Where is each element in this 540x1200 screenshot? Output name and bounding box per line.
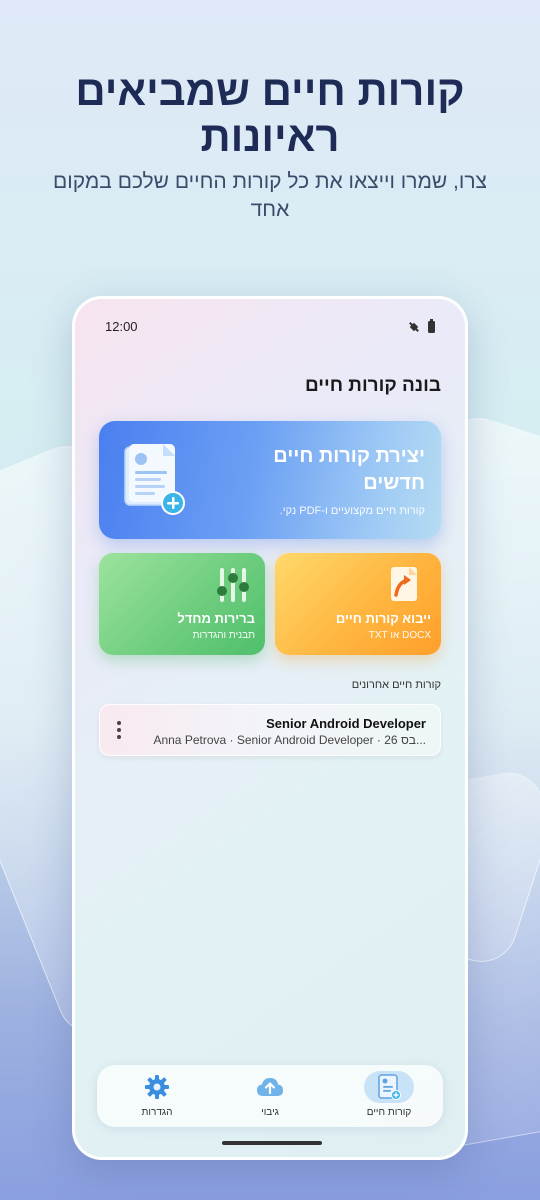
gear-icon [145, 1075, 169, 1099]
cloud-upload-icon [257, 1078, 283, 1096]
create-resume-description: קורות חיים מקצועיים ו-PDF נקי. [279, 505, 425, 517]
bottom-navigation: קורות חיים גיבוי הגדרות [97, 1065, 443, 1127]
promo-subline: צרו, שמרו וייצאו את כל קורות החיים שלכם … [53, 170, 487, 221]
more-vertical-icon[interactable] [116, 721, 122, 739]
app-title: בונה קורות חיים [304, 375, 441, 396]
promo-headline: קורות חיים שמביאים ראיונות [75, 67, 465, 160]
status-bar: 12:00 [105, 319, 435, 337]
nav-label-settings: הגדרות [141, 1107, 173, 1118]
resume-icon [378, 1074, 401, 1100]
sliders-icon [217, 568, 249, 602]
recent-resume-meta: Anna Petrova · Senior Android Developer … [153, 733, 426, 747]
status-time: 12:00 [105, 319, 138, 334]
recent-resume-item[interactable]: Senior Android Developer Anna Petrova · … [99, 704, 441, 756]
phone-frame: 12:00 בונה קורות חיים יצירת קורות חיים ח… [72, 296, 468, 1160]
satellite-icon [408, 321, 420, 333]
status-icons [408, 319, 435, 333]
file-import-icon [391, 567, 417, 601]
battery-icon [428, 319, 435, 333]
nav-label-backup: גיבוי [261, 1107, 279, 1118]
defaults-title: ברירות מחדל [177, 611, 255, 626]
recent-resume-title: Senior Android Developer [266, 716, 426, 731]
nav-label-resumes: קורות חיים [366, 1107, 412, 1118]
nav-item-backup[interactable]: גיבוי [220, 1065, 320, 1127]
import-resume-title: ייבוא קורות חיים [335, 611, 431, 626]
defaults-card[interactable]: ברירות מחדל תבנית והגדרות [99, 553, 265, 655]
create-resume-title: יצירת קורות חיים חדשים [273, 445, 425, 494]
create-resume-card[interactable]: יצירת קורות חיים חדשים קורות חיים מקצועי… [99, 421, 441, 539]
document-add-icon [124, 444, 185, 515]
import-resume-subtitle: DOCX או TXT [368, 630, 431, 641]
nav-item-resumes[interactable]: קורות חיים [339, 1065, 439, 1127]
import-resume-card[interactable]: ייבוא קורות חיים DOCX או TXT [275, 553, 441, 655]
home-indicator [222, 1141, 322, 1145]
nav-item-settings[interactable]: הגדרות [107, 1065, 207, 1127]
recent-section-label: קורות חיים אחרונים [351, 679, 441, 691]
defaults-subtitle: תבנית והגדרות [192, 630, 255, 641]
